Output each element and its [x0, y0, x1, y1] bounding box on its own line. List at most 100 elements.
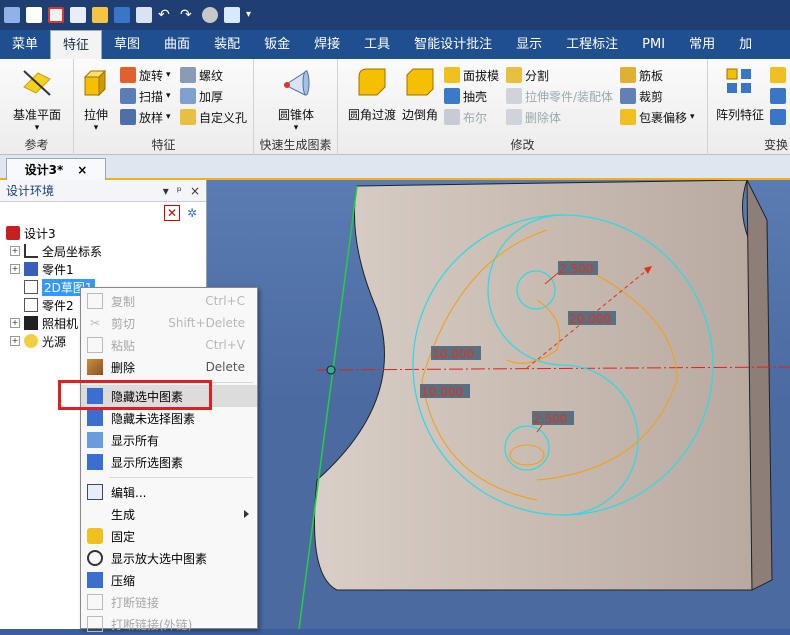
- tab-engineering[interactable]: 工程标注: [554, 30, 630, 59]
- tab-tools[interactable]: 工具: [352, 30, 402, 59]
- new-file-icon[interactable]: [26, 7, 42, 23]
- tab-assembly[interactable]: 装配: [202, 30, 252, 59]
- part-body[interactable]: [314, 180, 753, 591]
- wrap-offset-button[interactable]: 包裹偏移 ▾: [620, 107, 695, 127]
- tab-sheet-metal[interactable]: 钣金: [252, 30, 302, 59]
- menu-item-zoom-selected[interactable]: 显示放大选中图素: [81, 547, 257, 569]
- tab-sketch[interactable]: 草图: [102, 30, 152, 59]
- menu-item-fix[interactable]: 固定: [81, 525, 257, 547]
- shell-label: 抽壳: [463, 89, 488, 104]
- loft-button[interactable]: 放样 ▾: [120, 107, 171, 127]
- fillet-button[interactable]: 圆角过渡: [346, 65, 398, 123]
- menu-item-delete[interactable]: 删除 Delete: [81, 356, 257, 378]
- transform-tool-2[interactable]: [770, 86, 786, 106]
- tree-node-design3[interactable]: 设计3: [6, 224, 206, 242]
- thread-button[interactable]: 螺纹: [180, 65, 223, 85]
- array-feature-button[interactable]: 阵列特征: [710, 65, 770, 123]
- tab-feature[interactable]: 特征: [50, 30, 103, 59]
- menu-item-break-link[interactable]: 打断链接: [81, 591, 257, 613]
- dimension-label-left-upper[interactable]: 10.000: [432, 347, 474, 361]
- expand-icon[interactable]: +: [10, 318, 20, 328]
- rib-icon: [620, 67, 636, 83]
- base-plane-button[interactable]: 基准平面 ▾: [6, 65, 68, 133]
- magic-icon[interactable]: [224, 7, 240, 23]
- chevron-down-icon[interactable]: ▾: [163, 184, 169, 198]
- tab-smart-design[interactable]: 智能设计批注: [402, 30, 504, 59]
- pin-icon[interactable]: ᵖ: [177, 184, 182, 198]
- dropdown-icon[interactable]: ▾: [246, 7, 262, 23]
- tab-display[interactable]: 显示: [504, 30, 554, 59]
- expand-icon[interactable]: +: [10, 336, 20, 346]
- quick-access-toolbar: ↶ ↷ ▾: [0, 0, 790, 30]
- transform-tool-1[interactable]: [770, 65, 786, 85]
- design-icon: [6, 226, 20, 240]
- tab-common[interactable]: 常用: [677, 30, 727, 59]
- document-tab[interactable]: 设计3* ×: [6, 158, 106, 180]
- tab-surface[interactable]: 曲面: [152, 30, 202, 59]
- transform-tool-3[interactable]: [770, 107, 786, 127]
- close-icon[interactable]: ×: [77, 163, 87, 177]
- delete-body-button[interactable]: 删除体: [506, 107, 561, 127]
- magic-icon[interactable]: ✲: [184, 205, 200, 221]
- menu-item-label: 固定: [111, 529, 136, 544]
- save-icon[interactable]: [114, 7, 130, 23]
- menu-item-hide-unselected[interactable]: 隐藏未选择图素: [81, 407, 257, 429]
- app-logo-icon[interactable]: [4, 7, 20, 23]
- tab-more[interactable]: 加: [727, 30, 764, 59]
- shell-button[interactable]: 抽壳: [444, 86, 487, 106]
- print-preview-icon[interactable]: [70, 7, 86, 23]
- menu-item-label: 显示所选图素: [111, 455, 184, 470]
- tree-node-part1[interactable]: + 零件1: [6, 260, 206, 278]
- origin-point[interactable]: [326, 365, 336, 375]
- sweep-button[interactable]: 扫描 ▾: [120, 86, 171, 106]
- thicken-button[interactable]: 加厚: [180, 86, 223, 106]
- custom-hole-button[interactable]: 自定义孔: [180, 107, 247, 127]
- menu-item-break-external-link[interactable]: 打断链接(外链): [81, 613, 257, 635]
- expand-icon[interactable]: +: [10, 246, 20, 256]
- dimension-label-radius[interactable]: 20.000: [569, 312, 611, 326]
- chevron-down-icon: ▾: [293, 123, 299, 133]
- copy-icon[interactable]: [136, 7, 152, 23]
- group-label-feature: 特征: [151, 138, 176, 152]
- split-button[interactable]: 分割: [506, 65, 549, 85]
- menu-item-cut[interactable]: ✂ 剪切 Shift+Delete: [81, 312, 257, 334]
- render-icon[interactable]: [202, 7, 218, 23]
- rotate-icon: [770, 88, 786, 104]
- menu-item-generate[interactable]: 生成: [81, 503, 257, 525]
- dimension-label-left-lower[interactable]: 10.000: [421, 385, 463, 399]
- trim-button[interactable]: 裁剪: [620, 86, 663, 106]
- menu-item-label: 显示所有: [111, 433, 160, 448]
- menu-item-suppress[interactable]: 压缩: [81, 569, 257, 591]
- base-plane-label: 基准平面: [12, 108, 61, 122]
- close-file-icon[interactable]: [48, 7, 64, 23]
- dimension-label-top[interactable]: 2.500: [559, 262, 593, 276]
- group-label-transform: 变换: [763, 138, 788, 152]
- rib-button[interactable]: 筋板: [620, 65, 663, 85]
- tree-node-global-coordinate[interactable]: + 全局坐标系: [6, 242, 206, 260]
- open-folder-icon[interactable]: [92, 7, 108, 23]
- cone-button[interactable]: 圆锥体 ▾: [268, 65, 324, 133]
- menu-item-show-all[interactable]: 显示所有: [81, 429, 257, 451]
- close-icon[interactable]: ×: [190, 184, 200, 198]
- boolean-button[interactable]: 布尔: [444, 107, 487, 127]
- dimension-label-bottom[interactable]: 2.500: [533, 412, 567, 426]
- extrude-button[interactable]: 拉伸 ▾: [78, 65, 114, 133]
- menu-item-edit[interactable]: 编辑...: [81, 481, 257, 503]
- split-label: 分割: [525, 68, 550, 83]
- 3d-viewport[interactable]: 2.500 20.000 10.000 10.000 2.500: [207, 180, 790, 629]
- ribbon: 基准平面 ▾ 参考 拉伸 ▾ 旋转 ▾ 扫描 ▾ 放样 ▾ 螺纹 加厚 自定义孔 特征…: [0, 59, 790, 155]
- menu-item-paste[interactable]: 粘贴 Ctrl+V: [81, 334, 257, 356]
- tab-menu[interactable]: 菜单: [0, 30, 50, 59]
- delete-x-icon[interactable]: ✕: [164, 205, 180, 221]
- menu-item-show-selected[interactable]: 显示所选图素: [81, 451, 257, 473]
- expand-icon[interactable]: +: [10, 264, 20, 274]
- menu-item-copy[interactable]: 复制 Ctrl+C: [81, 290, 257, 312]
- face-draft-button[interactable]: 面拔模: [444, 65, 499, 85]
- redo-icon[interactable]: ↷: [180, 7, 196, 23]
- tab-pmi[interactable]: PMI: [630, 30, 677, 59]
- chamfer-button[interactable]: 边倒角: [400, 65, 440, 123]
- stretch-part-button[interactable]: 拉伸零件/装配体: [506, 86, 613, 106]
- undo-icon[interactable]: ↶: [158, 7, 174, 23]
- rotate-button[interactable]: 旋转 ▾: [120, 65, 171, 85]
- tab-weld[interactable]: 焊接: [302, 30, 352, 59]
